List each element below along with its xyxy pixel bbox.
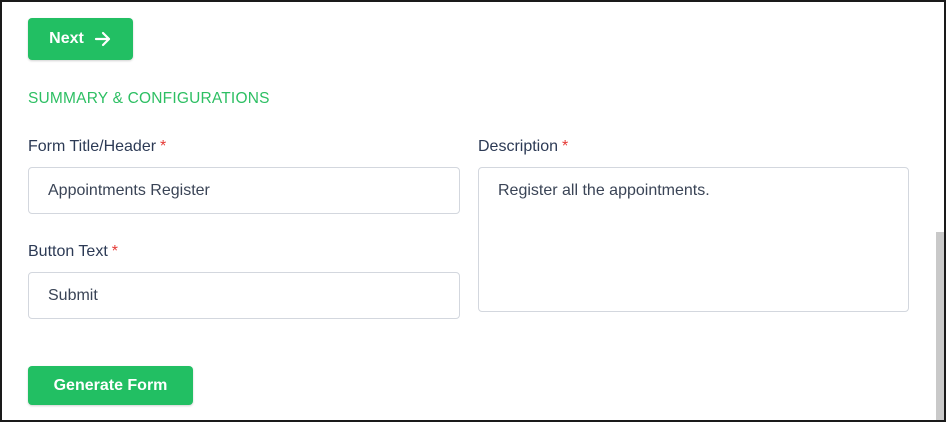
form-builder-panel: Next SUMMARY & CONFIGURATIONS Form Title… — [0, 0, 946, 422]
form-title-label: Form Title/Header * — [28, 138, 166, 156]
button-text-label-text: Button Text — [28, 243, 108, 260]
next-button-label: Next — [49, 30, 84, 47]
next-button[interactable]: Next — [28, 18, 133, 60]
required-mark: * — [160, 138, 167, 155]
button-text-input[interactable] — [28, 272, 460, 319]
required-mark: * — [562, 138, 569, 155]
description-textarea[interactable]: Register all the appointments. — [478, 167, 909, 312]
vertical-scrollbar[interactable] — [936, 232, 944, 420]
description-label: Description * — [478, 138, 568, 156]
button-text-label: Button Text * — [28, 243, 118, 261]
description-label-text: Description — [478, 138, 559, 155]
generate-form-button[interactable]: Generate Form — [28, 366, 193, 405]
form-title-input[interactable] — [28, 167, 460, 214]
generate-form-button-label: Generate Form — [53, 376, 168, 394]
arrow-right-icon — [94, 31, 112, 47]
form-title-label-text: Form Title/Header — [28, 138, 157, 155]
section-title: SUMMARY & CONFIGURATIONS — [28, 90, 270, 107]
required-mark: * — [111, 243, 118, 260]
